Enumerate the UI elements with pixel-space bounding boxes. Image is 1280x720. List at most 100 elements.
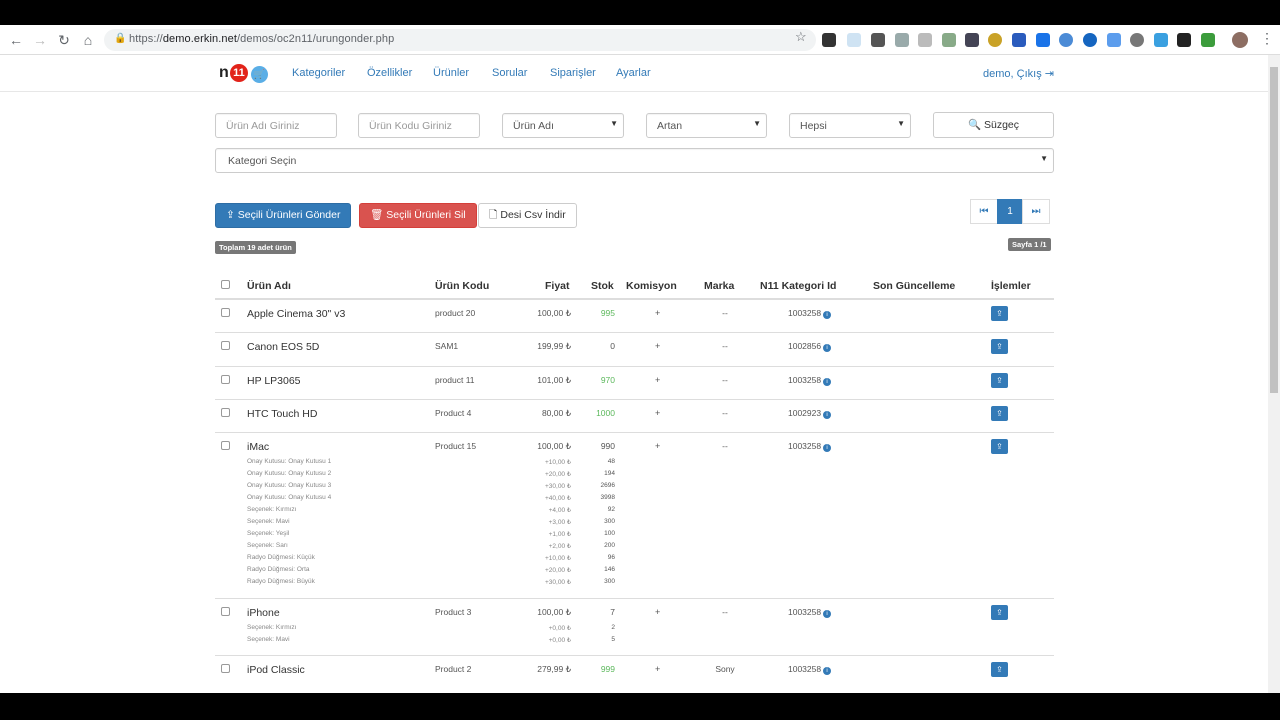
filter-button[interactable]: 🔍 Süzgeç xyxy=(933,112,1054,138)
lock-icon: 🔒 xyxy=(114,33,127,44)
category-select[interactable]: Kategori Seçin ▼ xyxy=(215,148,1054,173)
commission-toggle[interactable]: + xyxy=(655,308,660,318)
row-checkbox[interactable] xyxy=(221,341,230,350)
download-csv-button[interactable]: 🗋 Desi Csv İndir xyxy=(478,203,577,228)
option-label: Seçenek: Mavi xyxy=(247,636,290,643)
upload-product-button[interactable]: ⇪ xyxy=(991,406,1008,421)
back-icon[interactable]: ← xyxy=(8,32,24,48)
info-icon[interactable]: i xyxy=(823,311,832,319)
pagination: ⏮ 1 ⏭ xyxy=(970,199,1050,224)
reload-icon[interactable]: ↻ xyxy=(56,32,72,48)
row-checkbox[interactable] xyxy=(221,308,230,317)
upload-product-button[interactable]: ⇪ xyxy=(991,439,1008,454)
row-checkbox[interactable] xyxy=(221,441,230,450)
info-icon[interactable]: i xyxy=(823,378,832,386)
product-brand: -- xyxy=(722,408,728,418)
bookmark-star-icon[interactable]: ☆ xyxy=(795,29,807,45)
upload-product-button[interactable]: ⇪ xyxy=(991,373,1008,388)
col-header-category[interactable]: N11 Kategori Id xyxy=(760,280,836,292)
commission-toggle[interactable]: + xyxy=(655,664,660,674)
search-icon: 🔍 xyxy=(967,119,982,131)
nav-ayarlar[interactable]: Ayarlar xyxy=(616,67,651,79)
option-price: +0,00 ₺ xyxy=(548,637,571,644)
commission-toggle[interactable]: + xyxy=(655,375,660,385)
col-header-stock[interactable]: Stok xyxy=(591,280,614,292)
product-code-input[interactable]: Ürün Kodu Giriniz xyxy=(358,113,480,138)
upload-product-button[interactable]: ⇪ xyxy=(991,339,1008,354)
col-header-updated[interactable]: Son Güncelleme xyxy=(873,280,955,292)
info-icon[interactable]: i xyxy=(823,411,832,419)
first-page-button[interactable]: ⏮ xyxy=(970,199,998,224)
table-row: iMac Product 15 100,00 ₺ 990 + -- 1003258 i ⇪ Ona… xyxy=(215,432,1054,598)
sort-field-select[interactable]: Ürün Adı ▼ xyxy=(502,113,624,138)
info-icon[interactable]: i xyxy=(823,444,832,452)
col-header-brand[interactable]: Marka xyxy=(704,280,734,292)
extension-icon[interactable] xyxy=(1130,33,1144,47)
send-selected-button[interactable]: ⇪ Seçili Ürünleri Gönder xyxy=(215,203,352,228)
extension-icon[interactable] xyxy=(965,33,979,47)
upload-product-button[interactable]: ⇪ xyxy=(991,662,1008,677)
extension-icon[interactable] xyxy=(1012,33,1026,47)
info-icon[interactable]: i xyxy=(823,610,832,618)
commission-toggle[interactable]: + xyxy=(655,607,660,617)
extension-icon[interactable] xyxy=(1107,33,1121,47)
commission-toggle[interactable]: + xyxy=(655,441,660,451)
status-select[interactable]: Hepsi ▼ xyxy=(789,113,911,138)
product-price: 199,99 ₺ xyxy=(537,341,571,351)
info-icon[interactable]: i xyxy=(823,344,832,352)
menu-icon[interactable]: ⋮ xyxy=(1260,30,1274,47)
extension-icon[interactable] xyxy=(942,33,956,47)
col-header-name[interactable]: Ürün Adı xyxy=(247,280,291,292)
extension-icon[interactable] xyxy=(895,33,909,47)
extension-icon[interactable] xyxy=(1036,33,1050,47)
nav-siparisler[interactable]: Siparişler xyxy=(550,67,596,79)
page-1-button[interactable]: 1 xyxy=(997,199,1023,224)
upload-product-button[interactable]: ⇪ xyxy=(991,605,1008,620)
product-name-input[interactable]: Ürün Adı Giriniz xyxy=(215,113,337,138)
commission-toggle[interactable]: + xyxy=(655,408,660,418)
address-bar[interactable]: 🔒 https://demo.erkin.net/demos/oc2n11/ur… xyxy=(104,29,816,51)
last-page-button[interactable]: ⏭ xyxy=(1022,199,1050,224)
extension-icon[interactable] xyxy=(1059,33,1073,47)
extension-icon[interactable] xyxy=(847,33,861,47)
select-all-checkbox[interactable] xyxy=(221,280,230,289)
row-checkbox[interactable] xyxy=(221,607,230,616)
nav-urunler[interactable]: Ürünler xyxy=(433,67,469,79)
col-header-commission[interactable]: Komisyon xyxy=(626,280,677,292)
extension-icon[interactable] xyxy=(822,33,836,47)
commission-toggle[interactable]: + xyxy=(655,341,660,351)
row-checkbox[interactable] xyxy=(221,375,230,384)
home-icon[interactable]: ⌂ xyxy=(80,32,96,48)
nav-sorular[interactable]: Sorular xyxy=(492,67,527,79)
product-price: 100,00 ₺ xyxy=(537,308,571,318)
row-checkbox[interactable] xyxy=(221,664,230,673)
product-stock: 999 xyxy=(600,664,615,674)
forward-icon[interactable]: → xyxy=(32,32,48,48)
n11-logo[interactable]: n 11 🛒 xyxy=(219,63,271,85)
avatar[interactable] xyxy=(1232,32,1248,48)
logout-link[interactable]: demo, Çıkış ⇥ xyxy=(983,67,1054,80)
extension-icon[interactable] xyxy=(988,33,1002,47)
sort-order-select[interactable]: Artan ▼ xyxy=(646,113,767,138)
product-code: product 20 xyxy=(435,308,476,318)
table-row: HP LP3065 product 11 101,00 ₺ 970 + -- 1003258… xyxy=(215,366,1054,399)
info-icon[interactable]: i xyxy=(823,667,832,675)
col-header-price[interactable]: Fiyat xyxy=(545,280,570,292)
extension-icon[interactable] xyxy=(1083,33,1097,47)
extension-icon[interactable] xyxy=(918,33,932,47)
nav-kategoriler[interactable]: Kategoriler xyxy=(292,67,345,79)
scrollbar-thumb[interactable] xyxy=(1270,67,1278,393)
upload-product-button[interactable]: ⇪ xyxy=(991,306,1008,321)
nav-ozellikler[interactable]: Özellikler xyxy=(367,67,412,79)
option-price: +10,00 ₺ xyxy=(544,555,571,562)
product-code: Product 4 xyxy=(435,408,472,418)
extension-icon[interactable] xyxy=(871,33,885,47)
delete-selected-button[interactable]: 🗑 Seçili Ürünleri Sil xyxy=(359,203,477,228)
extension-icon[interactable] xyxy=(1154,33,1168,47)
row-checkbox[interactable] xyxy=(221,408,230,417)
option-stock: 96 xyxy=(607,554,615,561)
col-header-code[interactable]: Ürün Kodu xyxy=(435,280,489,292)
extension-icon[interactable] xyxy=(1177,33,1191,47)
extension-icon[interactable] xyxy=(1201,33,1215,47)
n11-category-id: 1003258 i xyxy=(788,664,832,675)
